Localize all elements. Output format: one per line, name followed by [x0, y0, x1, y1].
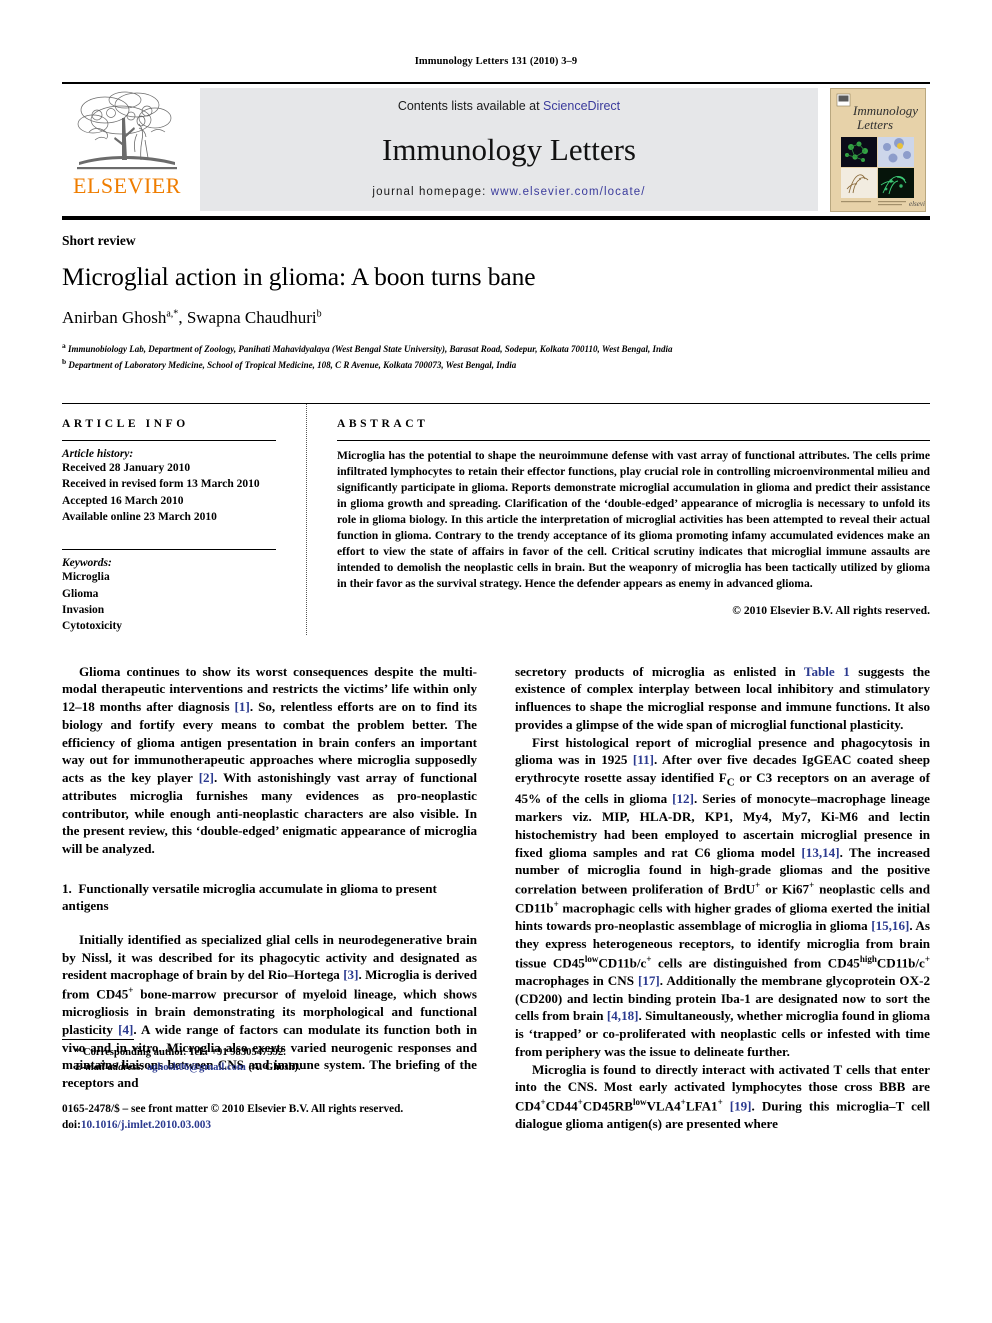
- affiliation-b: b Department of Laboratory Medicine, Sch…: [62, 356, 930, 373]
- document-type: Short review: [62, 233, 136, 248]
- section-title: Functionally versatile microglia accumul…: [62, 880, 437, 914]
- affiliation-a: a Immunobiology Lab, Department of Zoolo…: [62, 340, 930, 357]
- running-head: Immunology Letters 131 (2010) 3–9: [414, 56, 578, 67]
- corresponding-author-note: * Corresponding author. Tel.: +91 983054…: [75, 1047, 286, 1059]
- body-column-right: secretory products of microglia as enlis…: [515, 663, 930, 1133]
- keywords-block: Keywords: Microglia Glioma Invasion Cyto…: [62, 549, 276, 634]
- sciencedirect-band: Contents lists available at ScienceDirec…: [200, 88, 818, 211]
- journal-homepage-line: journal homepage: www.elsevier.com/locat…: [372, 186, 645, 198]
- abstract-heading: ABSTRACT: [337, 418, 429, 431]
- journal-masthead: ELSEVIER Contents lists available at Sci…: [62, 82, 930, 220]
- history-online: Available online 23 March 2010: [62, 511, 217, 524]
- doi-line: doi:10.1016/j.imlet.2010.03.003: [62, 1118, 212, 1131]
- affiliation-mark-b: b: [62, 357, 67, 367]
- history-accepted: Accepted 16 March 2010: [62, 494, 184, 507]
- elsevier-logo-block: ELSEVIER: [62, 84, 192, 216]
- abstract-column: ABSTRACT Microglia has the potential to …: [307, 404, 930, 635]
- abstract-copyright: © 2010 Elsevier B.V. All rights reserved…: [732, 604, 930, 618]
- article-info-heading: ARTICLE INFO: [62, 418, 189, 431]
- affiliations: a Immunobiology Lab, Department of Zoolo…: [62, 340, 930, 373]
- imprint-block: 0165-2478/$ – see front matter © 2010 El…: [62, 1101, 477, 1133]
- contents-prefix-text: Contents lists available at: [397, 99, 544, 113]
- article-first-page: Immunology Letters 131 (2010) 3–9 ELSEVI…: [0, 0, 992, 1323]
- journal-cover-block: Immunology Letters elsevi: [826, 84, 930, 216]
- svg-text:elsevier: elsevier: [909, 200, 925, 208]
- keyword-item: Invasion: [62, 604, 105, 617]
- abstract-text: Microglia has the potential to shape the…: [337, 449, 930, 591]
- journal-cover-thumbnail: Immunology Letters elsevi: [830, 88, 926, 212]
- svg-text:Immunology: Immunology: [852, 103, 918, 118]
- keywords-label: Keywords:: [62, 557, 112, 570]
- history-revised: Received in revised form 13 March 2010: [62, 478, 260, 491]
- body-columns: Glioma continues to show its worst conse…: [62, 663, 930, 1133]
- elsevier-tree-logo: [77, 91, 177, 170]
- elsevier-wordmark: ELSEVIER: [73, 173, 181, 198]
- footnote-block: * Corresponding author. Tel.: +91 983054…: [62, 1039, 477, 1133]
- body-paragraph: secretory products of microglia as enlis…: [515, 663, 930, 732]
- issn-line: 0165-2478/$ – see front matter © 2010 El…: [62, 1102, 404, 1115]
- article-info-column: ARTICLE INFO Article history: Received 2…: [62, 404, 307, 635]
- body-paragraph: First histological report of microglial …: [515, 734, 931, 1059]
- affiliation-b-text: Department of Laboratory Medicine, Schoo…: [68, 360, 517, 371]
- keyword-item: Glioma: [62, 587, 99, 600]
- contents-available-line: Contents lists available at ScienceDirec…: [398, 99, 620, 113]
- homepage-prefix-text: journal homepage:: [372, 186, 491, 198]
- journal-title: Immunology Letters: [382, 132, 636, 167]
- history-received: Received 28 January 2010: [62, 462, 191, 475]
- affiliation-mark-a: a: [62, 340, 66, 350]
- abstract-divider: [337, 440, 930, 442]
- journal-homepage-link[interactable]: www.elsevier.com/locate/: [491, 186, 646, 198]
- body-paragraph: Glioma continues to show its worst conse…: [62, 663, 477, 857]
- section-number: 1.: [62, 880, 72, 896]
- keywords-divider: [62, 549, 276, 551]
- svg-text:Letters: Letters: [856, 117, 893, 132]
- keyword-item: Cytotoxicity: [62, 620, 123, 633]
- email-note: E-mail address: aghosh06@gmail.com (A. G…: [75, 1062, 301, 1074]
- affiliation-a-text: Immunobiology Lab, Department of Zoology…: [68, 343, 673, 354]
- author-list: Anirban Ghosha,*, Swapna Chaudhurib: [62, 308, 322, 328]
- article-history-label: Article history:: [62, 448, 134, 461]
- info-abstract-block: ARTICLE INFO Article history: Received 2…: [62, 403, 930, 635]
- page-title: Microglial action in glioma: A boon turn…: [62, 262, 536, 291]
- keyword-item: Microglia: [62, 571, 110, 584]
- body-paragraph: Microglia is found to directly interact …: [515, 1061, 930, 1132]
- body-column-left: Glioma continues to show its worst conse…: [62, 663, 477, 1133]
- sciencedirect-link[interactable]: ScienceDirect: [543, 99, 620, 113]
- info-divider: [62, 440, 276, 442]
- footnote-rule: [62, 1039, 134, 1041]
- section-heading-1: 1. Functionally versatile microglia accu…: [62, 880, 477, 915]
